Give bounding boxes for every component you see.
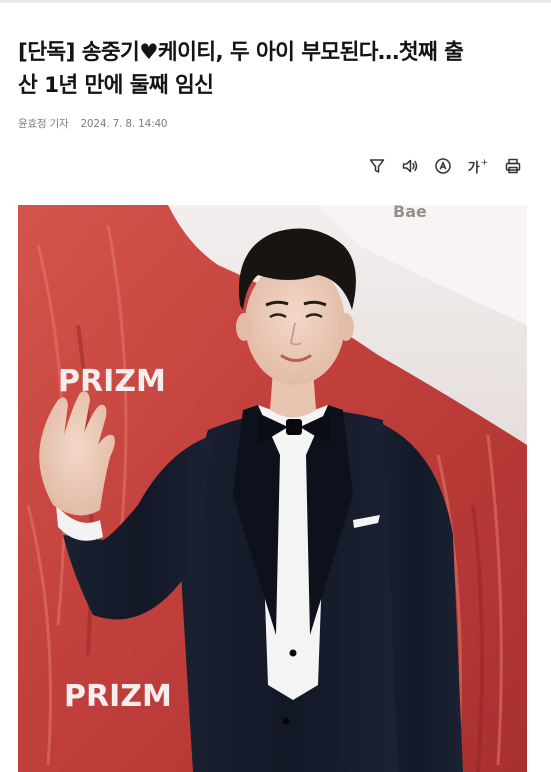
speaker-icon[interactable] [400,156,420,176]
backdrop-logo-lower: PRIZM [64,679,172,714]
article-byline: 윤효정 기자 2024. 7. 8. 14:40 [18,116,168,131]
reporter-name: 윤효정 기자 [18,118,69,130]
filter-icon[interactable] [367,156,387,176]
backdrop-logo-upper: PRIZM [58,364,166,399]
headline-line-1: [단독] 송중기♥케이티, 두 아이 부모된다…첫째 출 [18,40,464,65]
top-divider [0,0,551,3]
article-headline: [단독] 송중기♥케이티, 두 아이 부모된다…첫째 출 산 1년 만에 둘째 … [18,36,533,102]
font-size-icon[interactable]: 가 + [466,156,490,176]
publish-date: 2024. 7. 8. 14:40 [80,118,168,130]
plus-icon: + [480,157,489,168]
headline-line-2: 산 1년 만에 둘째 임신 [18,73,214,98]
backdrop-text-top: Bae [393,205,427,221]
print-icon[interactable] [503,156,523,176]
font-size-label: 가 [467,160,480,176]
article-toolbar: 가 + [367,155,523,177]
translate-icon[interactable] [433,156,453,176]
article-photo: Bae PRIZM PRIZM [18,205,527,772]
